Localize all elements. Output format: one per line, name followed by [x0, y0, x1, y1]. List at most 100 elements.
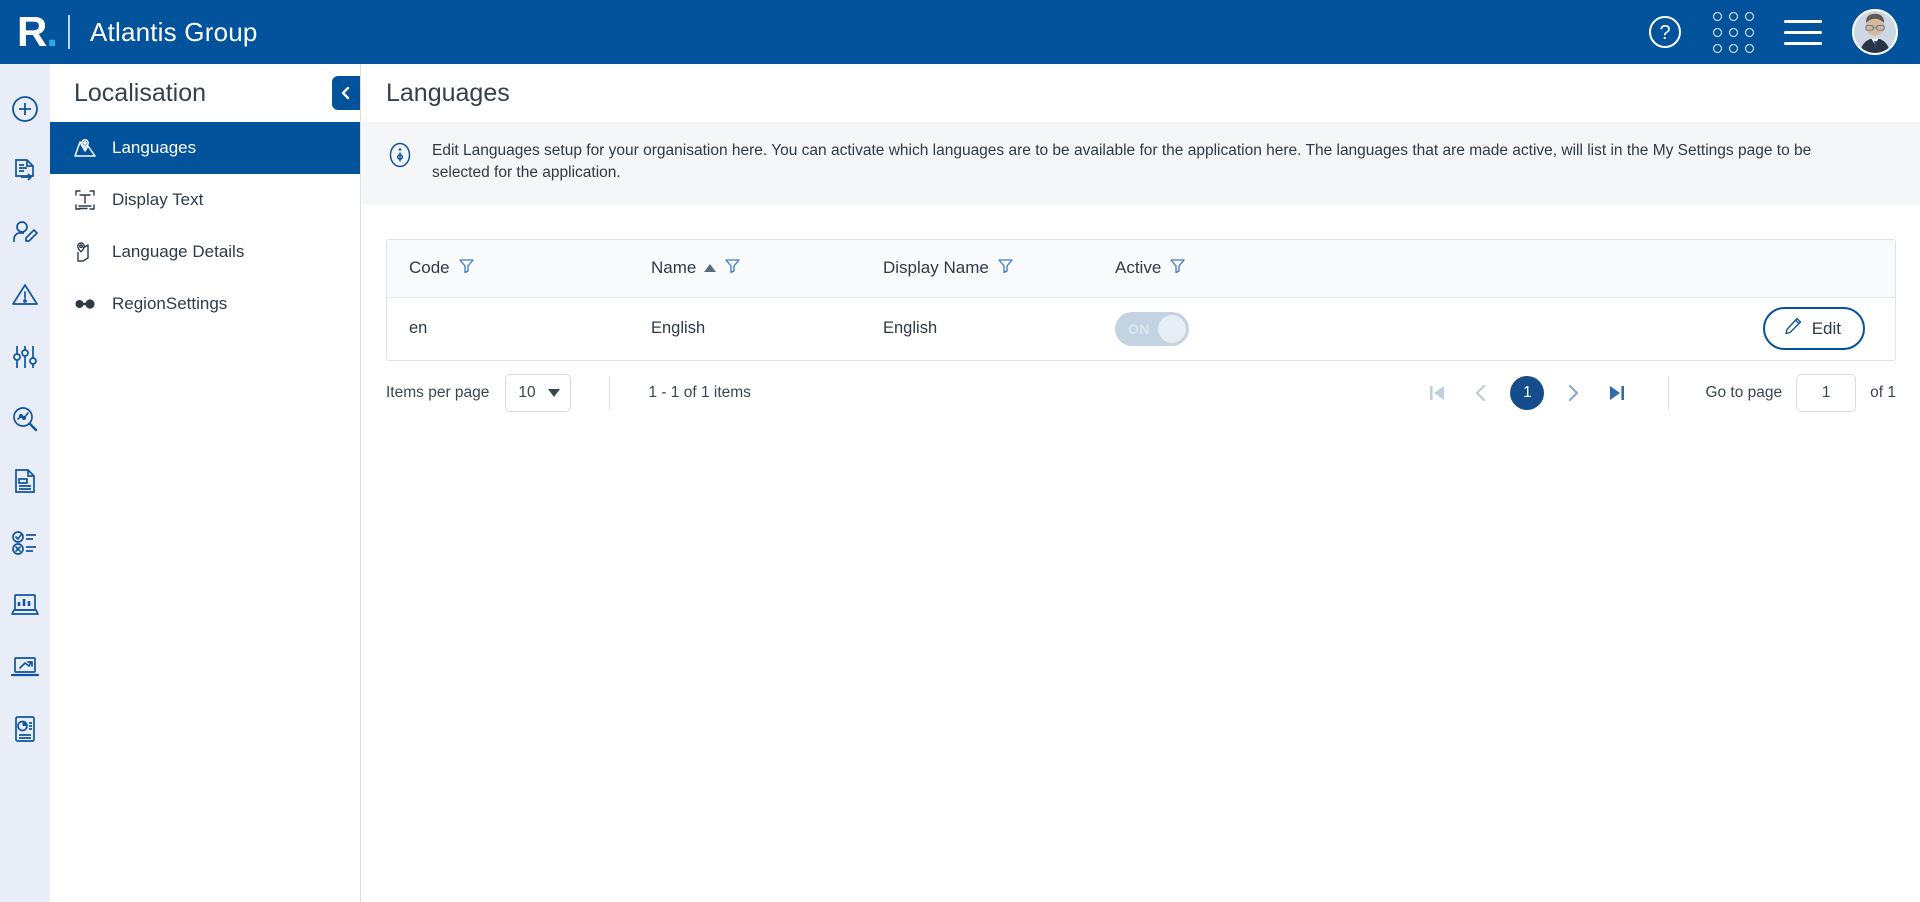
chevron-down-icon [548, 388, 561, 397]
grid-dot [1713, 43, 1722, 53]
filter-funnel-icon[interactable] [724, 257, 741, 279]
column-header-name[interactable]: Name [629, 257, 861, 279]
pencil-icon [1783, 316, 1803, 341]
sidebar-item-label: RegionSettings [112, 294, 228, 313]
goto-page-value: 1 [1821, 383, 1831, 401]
page-number-label: 1 [1523, 383, 1532, 401]
user-edit-icon[interactable] [0, 202, 50, 264]
divider [1668, 375, 1670, 410]
organisation-name: Atlantis Group [90, 16, 258, 47]
grid-dot [1729, 11, 1738, 21]
info-circle-icon [386, 140, 414, 175]
items-per-page-label: Items per page [386, 383, 490, 401]
page-title: Languages [386, 78, 510, 107]
analytics-search-icon[interactable] [0, 388, 50, 450]
svg-text:?: ? [1659, 22, 1670, 44]
page-first-icon[interactable] [1422, 378, 1452, 408]
grid-dot [1729, 43, 1738, 53]
dumbbell-icon [72, 292, 98, 316]
warning-triangle-icon[interactable] [0, 264, 50, 326]
sidebar-item-label: Language Details [112, 242, 245, 261]
grid-dot [1713, 27, 1722, 37]
sidebar-item-language-details[interactable]: Language Details [50, 226, 360, 278]
grid-dot [1729, 27, 1738, 37]
avatar[interactable] [1852, 9, 1898, 55]
page-next-icon[interactable] [1558, 378, 1588, 408]
divider [609, 375, 611, 410]
table-row: en English English ON Edit [387, 297, 1895, 360]
hamburger-menu-icon[interactable] [1784, 19, 1822, 45]
grid-dot [1745, 27, 1754, 37]
column-header-display-name[interactable]: Display Name [861, 257, 1093, 279]
table-header-row: Code Name Display Name Active [387, 239, 1895, 298]
info-banner: Edit Languages setup for your organisati… [362, 122, 1920, 205]
document-transfer-icon[interactable] [0, 140, 50, 202]
column-label: Code [409, 258, 450, 278]
sidebar-item-label: Languages [112, 138, 197, 157]
filter-funnel-icon[interactable] [458, 257, 475, 279]
add-new-icon[interactable] [0, 78, 50, 140]
column-header-code[interactable]: Code [387, 257, 629, 279]
grid-dot [1745, 43, 1754, 53]
column-label: Name [651, 258, 697, 278]
edit-button[interactable]: Edit [1762, 307, 1865, 351]
panel-nav-list: Languages Display Text Language Details … [50, 122, 360, 902]
cell-display-name: English [883, 319, 938, 338]
top-bar-actions: ? [1647, 9, 1920, 55]
goto-page-input[interactable]: 1 [1796, 373, 1857, 412]
map-pin-icon [72, 240, 98, 264]
toggle-knob [1158, 314, 1186, 343]
panel-title: Localisation [74, 78, 207, 107]
checklist-icon[interactable] [0, 512, 50, 574]
laptop-trend-icon[interactable] [0, 636, 50, 698]
total-pages-label: of 1 [1870, 383, 1896, 401]
column-header-active[interactable]: Active [1093, 257, 1393, 279]
sidebar-item-label: Display Text [112, 190, 204, 209]
sort-ascending-icon[interactable] [704, 264, 717, 273]
languages-table-card: Code Name Display Name Active en English… [386, 238, 1896, 361]
chevron-left-icon[interactable] [332, 76, 360, 110]
panel-header: Localisation [50, 64, 360, 122]
page-prev-icon[interactable] [1466, 378, 1496, 408]
pagination-bar: Items per page 10 1 - 1 of 1 items 1 Go … [386, 361, 1896, 425]
localisation-panel: Localisation Languages Display Text Lang… [50, 64, 361, 902]
grid-dot [1745, 11, 1754, 21]
top-bar: R. Atlantis Group ? [0, 0, 1920, 64]
filter-funnel-icon[interactable] [1169, 257, 1186, 279]
app-grid-icon[interactable] [1713, 11, 1754, 53]
grid-dot [1713, 11, 1722, 21]
items-range-text: 1 - 1 of 1 items [648, 383, 751, 401]
document-icon[interactable] [0, 450, 50, 512]
sidebar-item-display-text[interactable]: Display Text [50, 174, 360, 226]
brand-logo-dot: . [46, 8, 58, 55]
main-content: Languages Edit Languages setup for your … [362, 64, 1920, 902]
page-number-1[interactable]: 1 [1510, 375, 1545, 410]
info-banner-text: Edit Languages setup for your organisati… [432, 142, 1812, 182]
cell-code: en [409, 319, 428, 338]
brand-logo[interactable]: R. [14, 8, 60, 56]
question-circle-icon[interactable]: ? [1647, 14, 1683, 50]
active-toggle[interactable]: ON [1115, 311, 1189, 346]
report-pie-icon[interactable] [0, 698, 50, 760]
cell-name: English [651, 319, 706, 338]
items-per-page-value: 10 [518, 383, 536, 401]
page-header: Languages [362, 64, 1920, 122]
laptop-chart-icon[interactable] [0, 574, 50, 636]
items-per-page-select[interactable]: 10 [505, 373, 572, 412]
filter-funnel-icon[interactable] [997, 257, 1014, 279]
active-toggle-label: ON [1128, 320, 1150, 337]
page-last-icon[interactable] [1602, 378, 1632, 408]
column-label: Active [1115, 258, 1162, 278]
map-location-icon [72, 136, 98, 160]
menu-line [1784, 19, 1822, 23]
menu-line [1784, 41, 1822, 45]
menu-line [1784, 30, 1822, 34]
brand-divider [68, 15, 70, 49]
text-frame-icon [72, 188, 98, 212]
sidebar-item-languages[interactable]: Languages [50, 122, 360, 174]
brand-logo-letter: R [16, 8, 47, 55]
column-label: Display Name [883, 258, 989, 278]
goto-page-label: Go to page [1705, 383, 1783, 401]
settings-sliders-icon[interactable] [0, 326, 50, 388]
sidebar-item-regionsettings[interactable]: RegionSettings [50, 278, 360, 330]
